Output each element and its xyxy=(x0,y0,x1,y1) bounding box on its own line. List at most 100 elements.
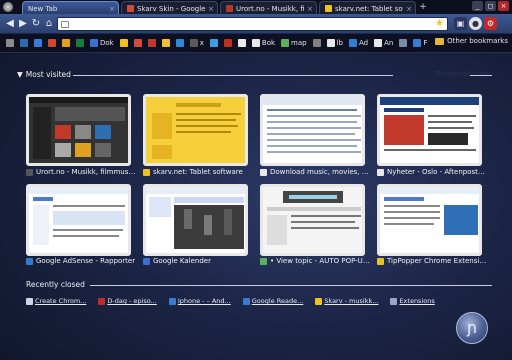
bookmark-item[interactable] xyxy=(46,37,58,50)
news-icon xyxy=(34,39,42,47)
star-icon[interactable]: ★ xyxy=(435,18,444,30)
extension-button[interactable]: ● xyxy=(469,17,482,30)
reload-button[interactable]: ↻ xyxy=(30,18,42,30)
divider xyxy=(470,75,492,76)
bookmark-item[interactable] xyxy=(60,37,72,50)
bookmark-item[interactable]: map xyxy=(279,37,309,50)
close-tab-icon[interactable]: × xyxy=(109,5,115,13)
bookmark-item[interactable]: x xyxy=(188,37,206,50)
back-button[interactable]: ◀ xyxy=(4,18,16,30)
thumbnail-title[interactable]: Download music, movies, ga... xyxy=(260,168,370,176)
bookmark-item[interactable] xyxy=(132,37,144,50)
bookmark-item[interactable] xyxy=(146,37,158,50)
bookmark-label: x xyxy=(199,39,204,47)
thumbnail-aftenposten[interactable] xyxy=(377,94,482,166)
recently-closed-label: Extensions xyxy=(399,297,435,305)
thumbnail-title[interactable]: TipPopper Chrome Extension ... xyxy=(377,257,487,265)
thumbnail-view-toggle[interactable]: Thumbnail view xyxy=(435,70,490,78)
recently-closed-item[interactable]: Skarv - musikk... xyxy=(315,297,378,305)
recently-closed-header: Recently closed xyxy=(26,280,85,289)
recently-closed-heading: Recently closed xyxy=(26,280,85,289)
address-input[interactable] xyxy=(71,18,431,30)
aftenposten-icon xyxy=(377,168,384,176)
page-icon xyxy=(61,21,69,28)
minimize-button[interactable]: _ xyxy=(472,1,483,11)
app-menu-icon[interactable] xyxy=(3,2,13,12)
page-menu-button[interactable]: ▣ xyxy=(454,17,467,30)
thumbnail-download-music[interactable] xyxy=(260,94,365,166)
bookmark-item[interactable] xyxy=(4,37,16,50)
tab-skarv-net[interactable]: skarv.net: Tablet sof... × xyxy=(319,1,416,14)
forward-button[interactable]: ▶ xyxy=(17,18,29,30)
other-bookmarks-button[interactable]: Other bookmarks xyxy=(435,37,508,45)
calendar-icon xyxy=(143,257,150,265)
bookmark-label: An xyxy=(384,39,394,47)
page-icon xyxy=(26,297,33,305)
tab-urort[interactable]: Urort.no - Musikk, fil... × xyxy=(220,1,317,14)
pdf-icon xyxy=(223,39,232,47)
bookmark-item[interactable]: Dok xyxy=(88,37,116,50)
omnibox[interactable]: ★ xyxy=(57,17,448,31)
most-visited-heading: Most visited xyxy=(25,70,71,79)
tab-skarv-skin[interactable]: Skarv Skin - Google ... × xyxy=(121,1,218,14)
bookmark-item[interactable] xyxy=(397,37,409,50)
wrench-menu-button[interactable]: ⚙ xyxy=(484,17,497,30)
skarv-icon xyxy=(325,5,332,12)
recently-closed-item[interactable]: Iphone - – And... xyxy=(168,297,231,305)
recently-closed-item[interactable]: D-dag - episo... xyxy=(98,297,157,305)
bookmark-item[interactable] xyxy=(160,37,172,50)
tab-new-tab[interactable]: New Tab × xyxy=(22,1,119,14)
bookmark-label: Bok xyxy=(261,39,276,47)
bookmark-item[interactable] xyxy=(118,37,130,50)
thumbnail-urort[interactable] xyxy=(26,94,131,166)
urort-icon xyxy=(226,5,233,12)
home-button[interactable]: ⌂ xyxy=(43,18,55,30)
thumbnail-title[interactable]: Nyheter - Oslo - Aftenposten.no xyxy=(377,168,487,176)
thumbnail-title[interactable]: Google AdSense - Rapporter xyxy=(26,257,136,265)
recently-closed-item[interactable]: Google Reade... xyxy=(242,297,303,305)
maximize-button[interactable]: ◻ xyxy=(485,1,496,11)
most-visited-header[interactable]: ▼ Most visited xyxy=(17,70,71,79)
bookmark-item[interactable] xyxy=(311,37,323,50)
bookmark-item[interactable]: An xyxy=(372,37,395,50)
bookmark-item[interactable] xyxy=(236,37,248,50)
thumbnail-title[interactable]: • View topic - AUTO POP-UP... xyxy=(260,257,370,265)
thumbnail-title[interactable]: Urort.no - Musikk, filmmusikk... xyxy=(26,168,136,176)
forum-icon xyxy=(260,257,267,265)
map-icon xyxy=(281,39,290,47)
bookmark-item[interactable]: lb xyxy=(325,37,345,50)
tab-label: Skarv Skin - Google ... xyxy=(137,4,206,13)
recently-closed-item[interactable]: Create Chrom... xyxy=(26,297,86,305)
ad-icon xyxy=(348,39,357,47)
tab-label: skarv.net: Tablet sof... xyxy=(335,4,403,13)
bookmark-item[interactable] xyxy=(208,37,220,50)
bookmark-item[interactable] xyxy=(222,37,234,50)
bookmark-item[interactable] xyxy=(174,37,186,50)
thumbnail-skarv[interactable] xyxy=(143,94,248,166)
thumbnail-title[interactable]: Google Kalender xyxy=(143,257,253,265)
thumbnail-title[interactable]: skarv.net: Tablet software xyxy=(143,168,253,176)
new-tab-button[interactable]: + xyxy=(417,3,429,12)
bookmark-item[interactable] xyxy=(32,37,44,50)
bookmark-item[interactable] xyxy=(18,37,30,50)
close-tab-icon[interactable]: × xyxy=(307,5,313,13)
bookmark-item[interactable]: Bok xyxy=(250,37,277,50)
recently-closed-item[interactable]: Extensions xyxy=(390,297,435,305)
thumbnail-adsense[interactable] xyxy=(26,184,131,256)
close-tab-icon[interactable]: × xyxy=(208,5,214,13)
thumbnail-tippopper[interactable] xyxy=(377,184,482,256)
bookmark-item[interactable]: Ad xyxy=(347,37,370,50)
star-icon xyxy=(161,39,170,47)
bookmark-item[interactable] xyxy=(74,37,86,50)
thumbnail-calendar[interactable] xyxy=(143,184,248,256)
bookmark-label: F xyxy=(423,39,428,47)
close-window-button[interactable]: × xyxy=(498,1,509,11)
thumbnail-forum[interactable] xyxy=(260,184,365,256)
collapse-arrow-icon[interactable]: ▼ xyxy=(17,70,23,79)
close-tab-icon[interactable]: × xyxy=(406,5,412,13)
mail-icon xyxy=(209,39,218,47)
bookmark-item[interactable]: F xyxy=(411,37,429,50)
bookmark-label: lb xyxy=(336,39,343,47)
file-icon xyxy=(326,39,335,47)
music-icon xyxy=(62,39,70,47)
